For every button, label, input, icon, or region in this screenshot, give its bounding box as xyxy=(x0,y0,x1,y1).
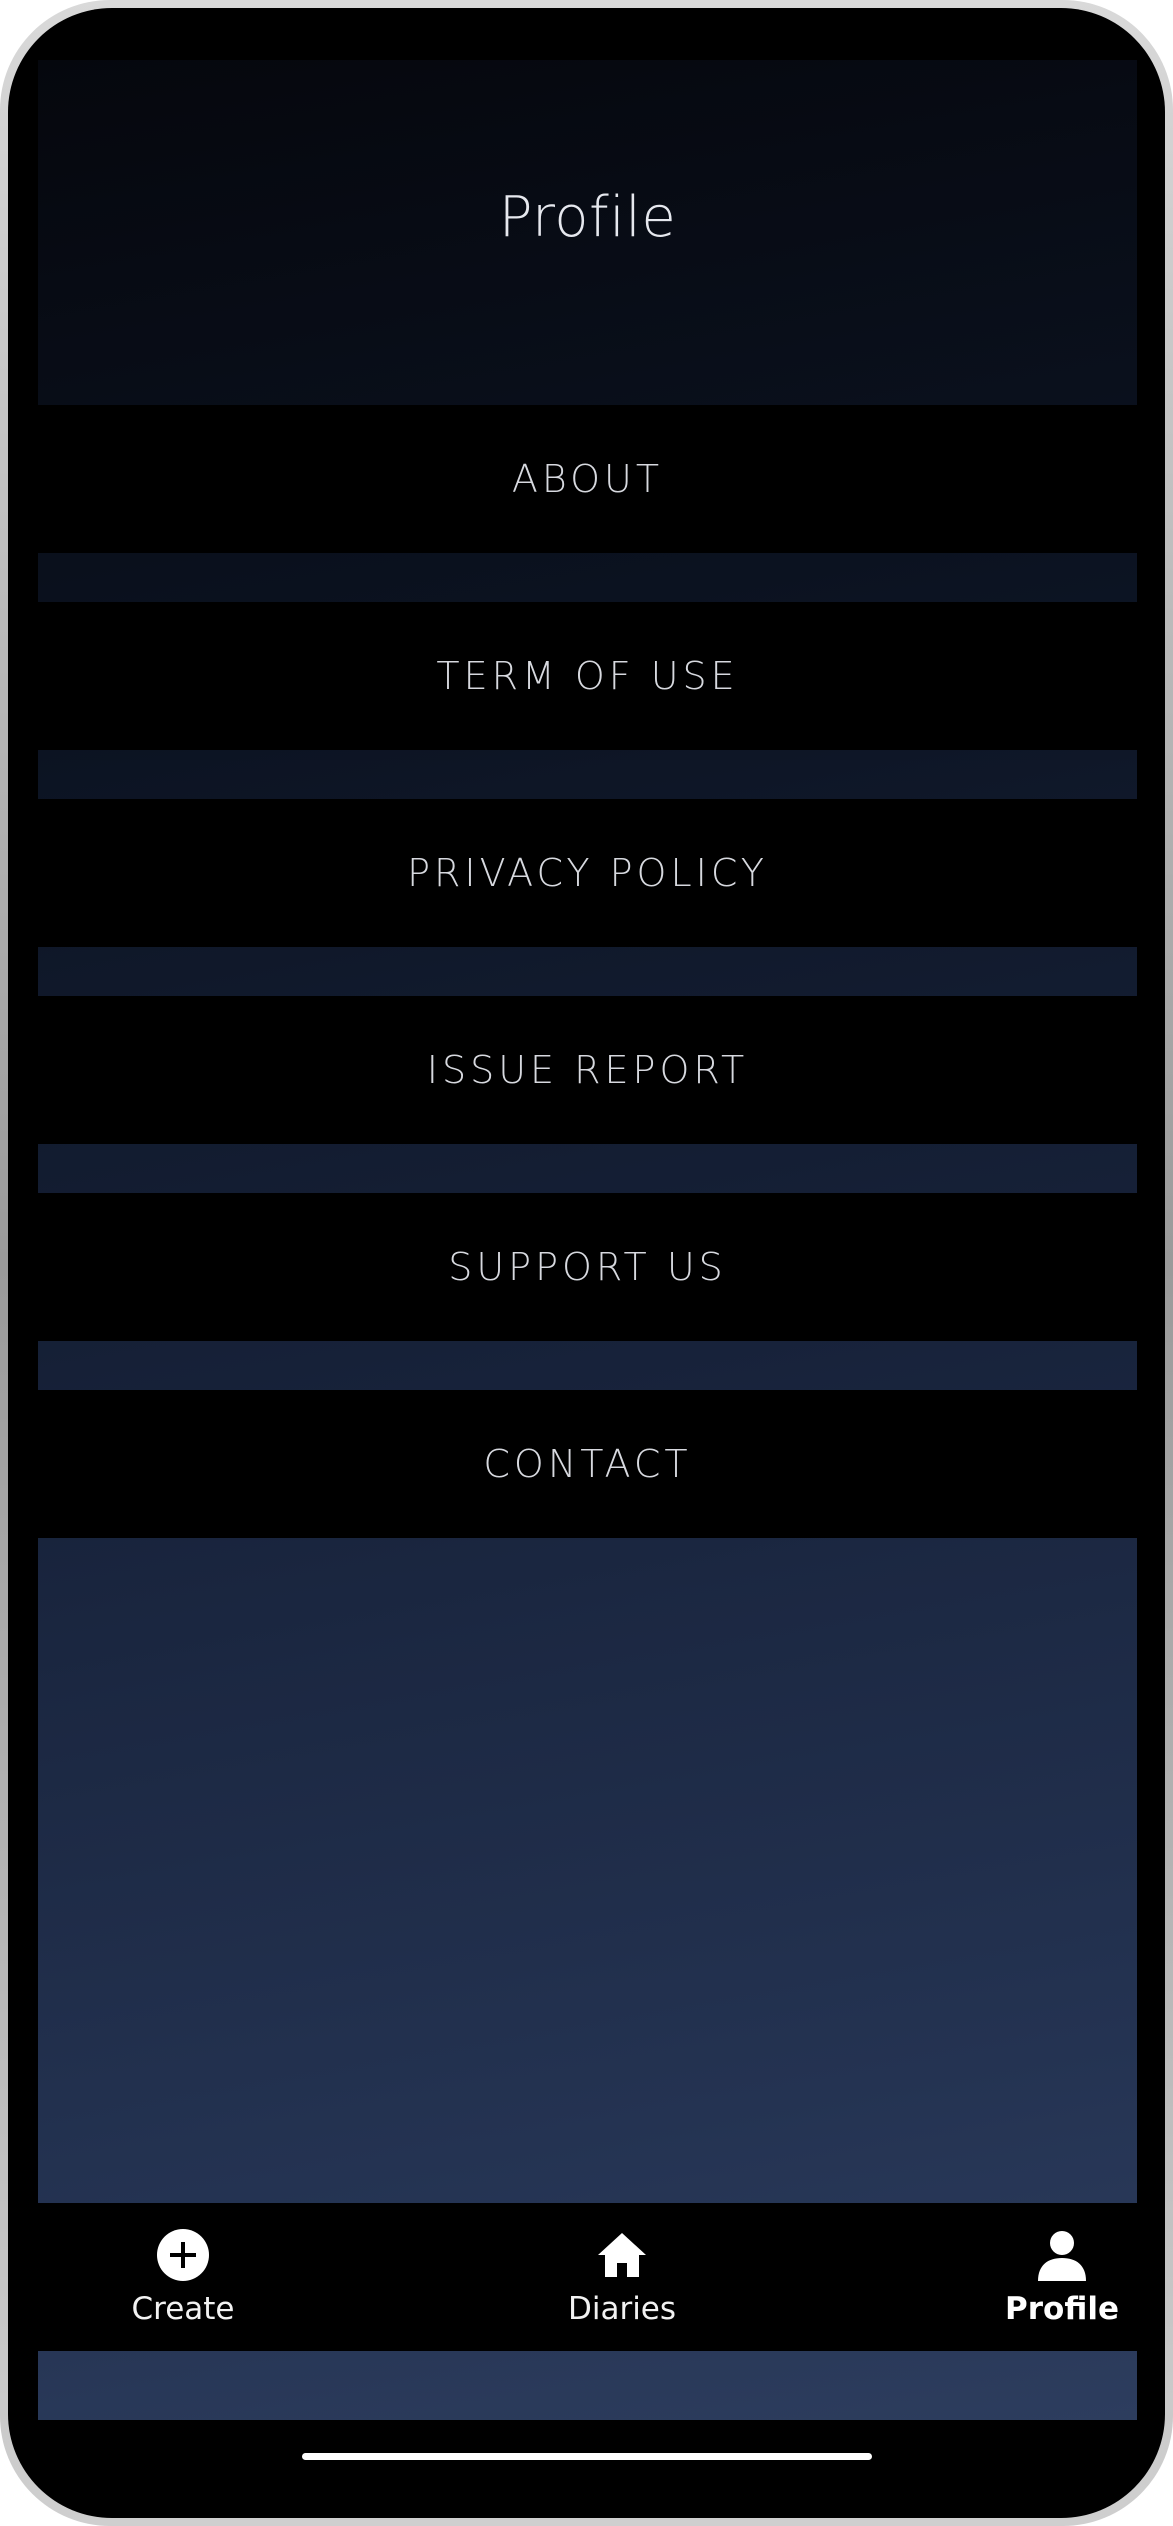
person-icon xyxy=(1038,2231,1086,2281)
tab-diaries[interactable]: Diaries xyxy=(512,2203,732,2351)
menu-item-privacy-policy[interactable]: PRIVACY POLICY xyxy=(38,799,1137,947)
tab-label: Create xyxy=(131,2291,235,2327)
bottom-tab-bar: Create Diaries Profile xyxy=(38,2203,1137,2351)
menu-item-about[interactable]: ABOUT xyxy=(38,405,1137,553)
home-icon xyxy=(598,2233,646,2277)
page-title: Profile xyxy=(498,185,677,250)
tab-create[interactable]: Create xyxy=(73,2203,293,2351)
menu-item-label: ABOUT xyxy=(511,457,664,501)
profile-menu: ABOUT TERM OF USE PRIVACY POLICY ISSUE R… xyxy=(38,405,1137,1538)
tab-label: Profile xyxy=(1005,2291,1119,2327)
menu-item-support-us[interactable]: SUPPORT US xyxy=(38,1193,1137,1341)
menu-item-contact[interactable]: CONTACT xyxy=(38,1390,1137,1538)
app-screen: Profile ABOUT TERM OF USE PRIVACY POLICY… xyxy=(38,60,1137,2420)
menu-item-issue-report[interactable]: ISSUE REPORT xyxy=(38,996,1137,1144)
page-header: Profile xyxy=(38,60,1137,405)
menu-item-label: CONTACT xyxy=(483,1442,692,1486)
menu-item-term-of-use[interactable]: TERM OF USE xyxy=(38,602,1137,750)
plus-circle-icon xyxy=(157,2229,209,2281)
menu-item-label: SUPPORT US xyxy=(448,1245,727,1289)
home-indicator[interactable] xyxy=(302,2453,872,2460)
menu-item-label: TERM OF USE xyxy=(436,654,739,698)
tab-label: Diaries xyxy=(567,2291,677,2327)
menu-item-label: ISSUE REPORT xyxy=(426,1048,749,1092)
menu-item-label: PRIVACY POLICY xyxy=(407,851,768,895)
tab-profile[interactable]: Profile xyxy=(952,2203,1137,2351)
